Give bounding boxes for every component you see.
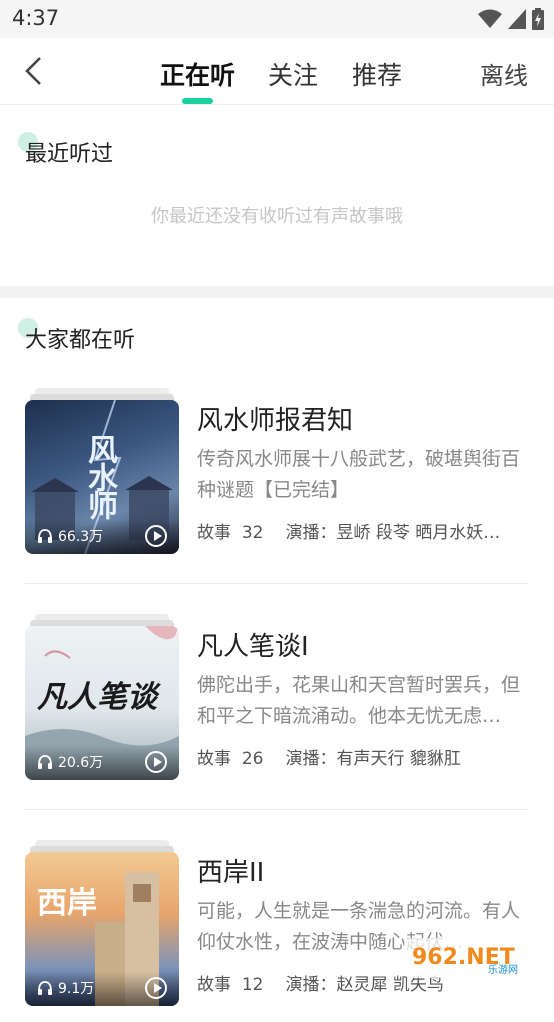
signal-icon (508, 9, 526, 29)
play-count-text: 66.3万 (58, 529, 104, 545)
book-title: 风水师报君知 (197, 406, 354, 436)
popular-section-title: 大家都在听 (25, 328, 136, 353)
book-card[interactable]: 凡人笔谈 20.6万 凡人笔谈I 佛陀出手，花果山和天宫暂时罢兵，但和平之下暗流… (0, 614, 554, 796)
play-count: 66.3万 (37, 526, 103, 546)
divider (25, 583, 529, 584)
stories-label: 故事 (197, 749, 231, 769)
play-count: 9.1万 (37, 978, 94, 998)
cover-title-text: 西岸 (37, 886, 97, 921)
book-description: 佛陀出手，花果山和天宫暂时罢兵，但和平之下暗流涌动。他本无忧无虑… (197, 674, 521, 727)
book-cover[interactable]: 凡人笔谈 20.6万 (25, 614, 179, 780)
book-meta: 故事 32 演播：昱峤 段苓 晒月水妖… (197, 518, 500, 543)
status-time: 4:37 (12, 6, 60, 30)
divider (25, 809, 529, 810)
recent-section-title: 最近听过 (25, 142, 114, 167)
book-title: 西岸II (197, 858, 265, 888)
narrators: 有声天行 貔貅肛 (336, 749, 461, 769)
play-count-text: 20.6万 (58, 755, 104, 771)
headphones-icon (38, 981, 52, 995)
stories-label: 故事 (197, 975, 231, 995)
tab-recommended[interactable]: 推荐 (352, 56, 402, 92)
offline-button[interactable]: 离线 (480, 56, 528, 91)
narrators-label: 演播： (285, 523, 337, 543)
status-bar: 4:37 (0, 0, 554, 38)
cover-image: 凡人笔谈 20.6万 (25, 626, 179, 780)
book-cover[interactable]: 风水师 66.3万 (25, 388, 179, 554)
play-icon[interactable] (145, 977, 167, 999)
wifi-icon (478, 9, 502, 28)
book-card[interactable]: 西岸 9.1万 西岸II 可能，人生就是一条湍急的河流。有人仰仗水性，在波涛中随… (0, 840, 554, 1022)
cover-image: 西岸 9.1万 (25, 852, 179, 1006)
cover-image: 风水师 66.3万 (25, 400, 179, 554)
headphones-icon (38, 529, 52, 543)
top-nav: 正在听 关注 推荐 离线 (0, 38, 554, 105)
book-meta: 故事 26 演播：有声天行 貔貅肛 (197, 744, 461, 769)
stories-count: 26 (241, 749, 264, 769)
stories-count: 12 (241, 975, 264, 995)
active-tab-indicator (182, 98, 213, 104)
back-arrow-icon[interactable] (20, 56, 48, 86)
site-watermark: 962.NET 乐游网 (404, 938, 550, 978)
play-count-text: 9.1万 (58, 981, 95, 997)
narrators-label: 演播： (285, 749, 337, 769)
play-count: 20.6万 (37, 752, 103, 772)
empty-state-text: 你最近还没有收听过有声故事哦 (151, 206, 403, 227)
book-card[interactable]: 风水师 66.3万 风水师报君知 传奇风水师展十八般武艺，破堪舆街百种谜题【已完… (0, 388, 554, 570)
stories-label: 故事 (197, 523, 231, 543)
narrators-label: 演播： (285, 975, 337, 995)
narrators: 昱峤 段苓 晒月水妖… (336, 523, 501, 543)
headphones-icon (38, 755, 52, 769)
section-separator (0, 286, 554, 298)
tab-following[interactable]: 关注 (268, 56, 318, 92)
watermark-logo: 962.NET 乐游网 (404, 938, 550, 978)
battery-icon (532, 8, 544, 30)
book-cover[interactable]: 西岸 9.1万 (25, 840, 179, 1006)
status-icons (478, 8, 544, 30)
cover-title-text: 风水师 (82, 434, 117, 518)
book-title: 凡人笔谈I (197, 632, 309, 662)
stories-count: 32 (241, 523, 264, 543)
play-icon[interactable] (145, 751, 167, 773)
play-icon[interactable] (145, 525, 167, 547)
watermark-subtext: 乐游网 (488, 963, 518, 976)
book-description: 传奇风水师展十八般武艺，破堪舆街百种谜题【已完结】 (197, 448, 521, 501)
cover-title-text: 凡人笔谈 (37, 680, 157, 715)
tab-listening[interactable]: 正在听 (160, 56, 235, 92)
